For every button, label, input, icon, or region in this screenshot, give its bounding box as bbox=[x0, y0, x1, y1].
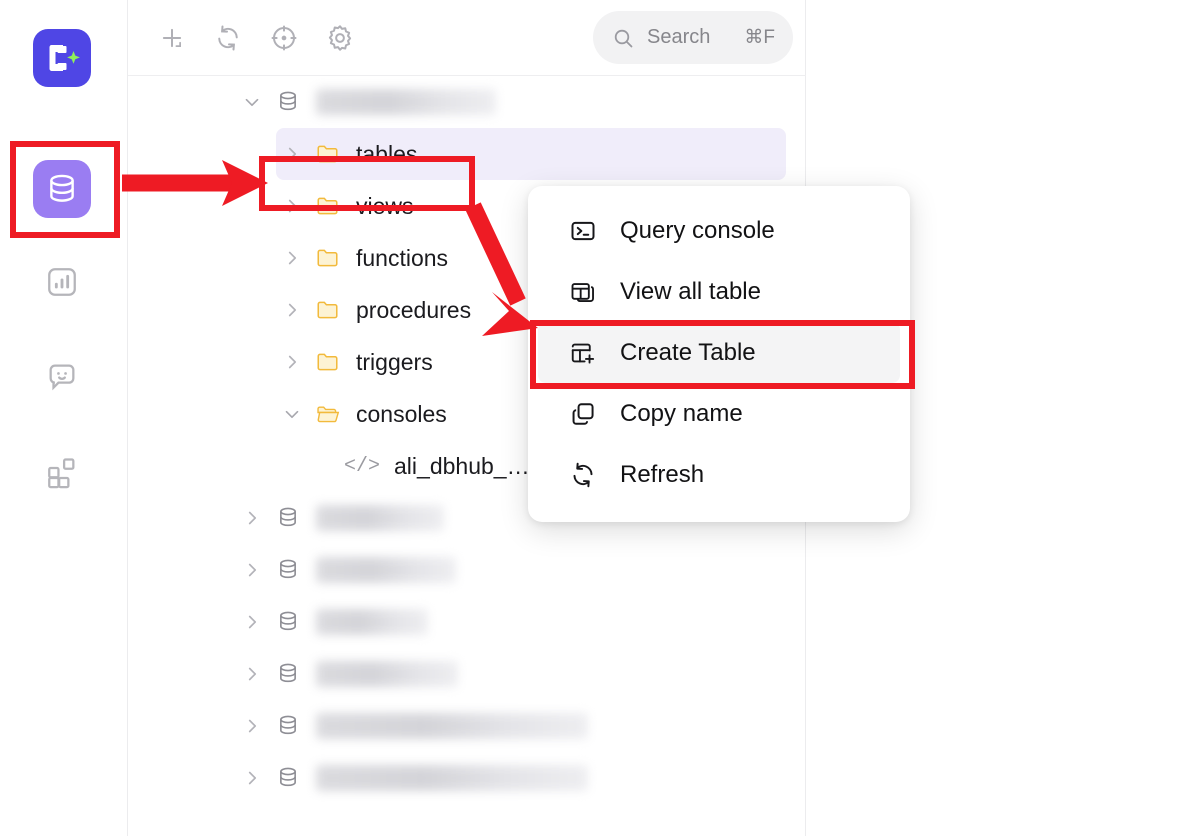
redacted-database-name bbox=[316, 765, 588, 791]
chevron-right-icon[interactable] bbox=[280, 246, 304, 270]
tree-node-label: triggers bbox=[356, 348, 433, 375]
tree-node-label: views bbox=[356, 192, 414, 219]
menu-item-view-all-table[interactable]: View all table bbox=[538, 261, 900, 322]
code-tag-icon: </> bbox=[344, 454, 381, 478]
folder-icon bbox=[314, 140, 342, 168]
console-item-label: ali_dbhub_… bbox=[394, 452, 530, 479]
search-input[interactable]: Search ⌘F bbox=[593, 11, 793, 64]
menu-item-copy-name[interactable]: Copy name bbox=[538, 383, 900, 444]
redacted-database-name bbox=[316, 713, 588, 739]
context-menu: Query console View all table Create Tabl… bbox=[528, 186, 910, 522]
redacted-database-name bbox=[316, 505, 444, 531]
redacted-database-name bbox=[316, 609, 428, 635]
menu-item-create-table[interactable]: Create Table bbox=[538, 322, 900, 383]
app-window: Search ⌘F tables views functions procedu… bbox=[0, 0, 1204, 836]
copy-icon bbox=[568, 399, 598, 429]
menu-item-label: Refresh bbox=[620, 460, 705, 488]
tree-node-database[interactable] bbox=[128, 596, 806, 648]
search-placeholder: Search bbox=[647, 26, 711, 48]
menu-item-label: Copy name bbox=[620, 399, 743, 427]
database-cylinder-icon bbox=[274, 764, 302, 792]
search-icon bbox=[614, 29, 633, 47]
chevron-right-icon[interactable] bbox=[280, 194, 304, 218]
table-plus-icon bbox=[568, 338, 598, 368]
refresh-sync-icon bbox=[568, 460, 598, 490]
tree-node-label: tables bbox=[356, 140, 418, 167]
tree-node-label: functions bbox=[356, 244, 449, 271]
search-shortcut-hint: ⌘F bbox=[744, 27, 775, 48]
add-button[interactable] bbox=[150, 16, 194, 60]
chevron-right-icon[interactable] bbox=[240, 766, 264, 790]
database-cylinder-icon bbox=[274, 660, 302, 688]
database-cylinder-icon bbox=[274, 504, 302, 532]
redacted-database-name bbox=[316, 89, 496, 115]
refresh-sync-icon bbox=[218, 25, 238, 50]
left-icon-rail bbox=[0, 0, 128, 836]
chevron-right-icon[interactable] bbox=[240, 662, 264, 686]
chart-bar-icon bbox=[48, 268, 76, 296]
tree-node-label: procedures bbox=[356, 296, 472, 323]
app-logo bbox=[33, 29, 91, 87]
menu-item-label: View all table bbox=[620, 277, 761, 305]
database-cylinder-icon bbox=[274, 608, 302, 636]
tree-node-database[interactable] bbox=[128, 648, 806, 700]
folder-icon bbox=[314, 244, 342, 272]
menu-item-query-console[interactable]: Query console bbox=[538, 200, 900, 261]
gear-settings-icon bbox=[328, 24, 352, 51]
chevron-right-icon[interactable] bbox=[240, 558, 264, 582]
tree-node-database-root[interactable] bbox=[128, 76, 806, 128]
redacted-database-name bbox=[316, 661, 458, 687]
chevron-right-icon[interactable] bbox=[240, 714, 264, 738]
menu-item-label: Query console bbox=[620, 216, 775, 244]
database-cylinder-icon bbox=[274, 88, 302, 116]
chat-smiley-icon bbox=[49, 364, 75, 391]
chevron-down-icon[interactable] bbox=[240, 90, 264, 114]
menu-item-refresh[interactable]: Refresh bbox=[538, 444, 900, 505]
database-cylinder-icon bbox=[274, 712, 302, 740]
database-icon bbox=[50, 174, 74, 202]
folder-icon bbox=[314, 348, 342, 376]
database-cylinder-icon bbox=[274, 556, 302, 584]
tree-node-tables[interactable]: tables bbox=[128, 128, 806, 180]
redacted-database-name bbox=[316, 557, 456, 583]
refresh-button[interactable] bbox=[206, 16, 250, 60]
chevron-right-icon[interactable] bbox=[240, 610, 264, 634]
add-plus-icon bbox=[162, 28, 182, 47]
settings-button[interactable] bbox=[318, 16, 362, 60]
folder-icon bbox=[314, 192, 342, 220]
target-locate-icon bbox=[271, 25, 297, 50]
apps-blocks-icon bbox=[48, 458, 75, 489]
terminal-console-icon bbox=[568, 216, 598, 246]
chevron-right-icon[interactable] bbox=[280, 298, 304, 322]
rail-item-database[interactable] bbox=[33, 160, 91, 218]
tree-node-label: consoles bbox=[356, 400, 447, 427]
folder-icon bbox=[314, 296, 342, 324]
chevron-down-icon[interactable] bbox=[280, 402, 304, 426]
chevron-right-icon[interactable] bbox=[280, 350, 304, 374]
tree-toolbar: Search ⌘F bbox=[128, 0, 806, 76]
rail-item-ai-chat[interactable] bbox=[33, 348, 91, 406]
folder-open-icon bbox=[314, 400, 342, 428]
chat2db-logo-icon bbox=[49, 45, 80, 71]
menu-item-label: Create Table bbox=[620, 338, 756, 366]
tree-node-database[interactable] bbox=[128, 752, 806, 804]
chevron-right-icon[interactable] bbox=[240, 506, 264, 530]
rail-item-dashboard[interactable] bbox=[33, 253, 91, 311]
rail-item-extensions[interactable] bbox=[33, 444, 91, 502]
chevron-right-icon[interactable] bbox=[280, 142, 304, 166]
tree-node-database[interactable] bbox=[128, 544, 806, 596]
tree-node-database[interactable] bbox=[128, 700, 806, 752]
locate-button[interactable] bbox=[262, 16, 306, 60]
table-view-icon bbox=[568, 277, 598, 307]
